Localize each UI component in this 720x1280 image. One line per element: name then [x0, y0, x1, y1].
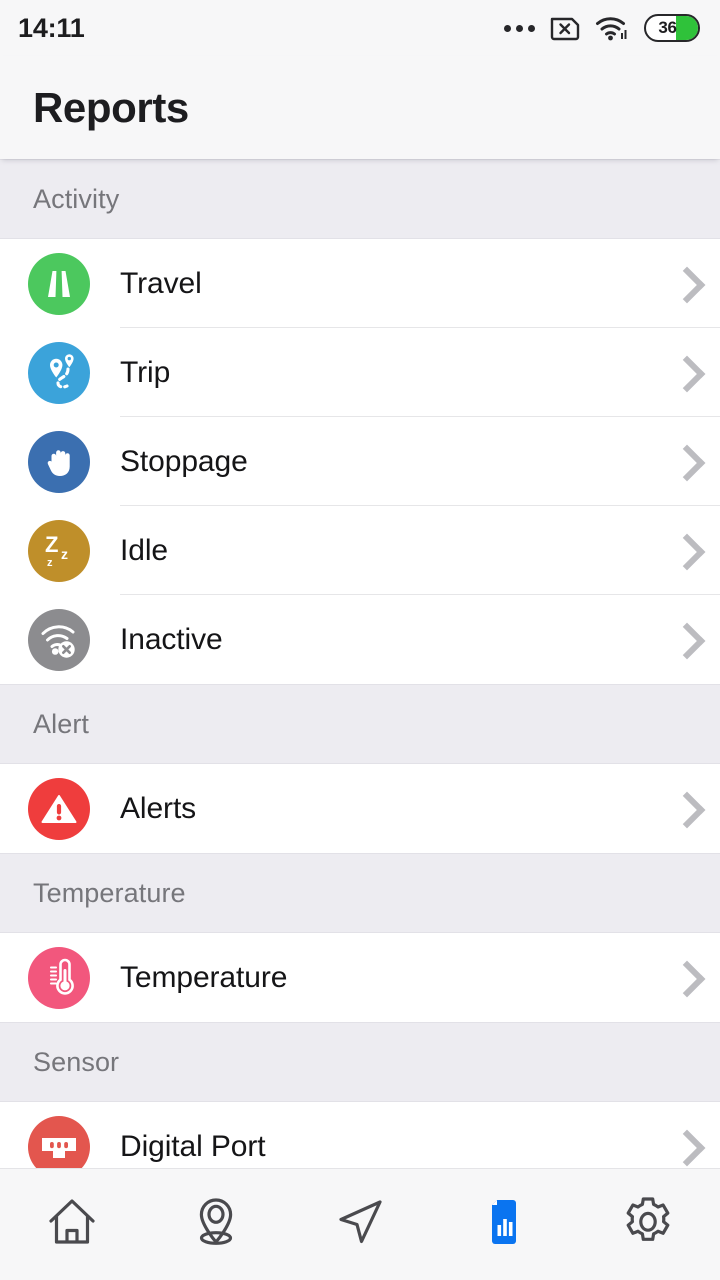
connector-port-icon: [28, 1115, 90, 1168]
list-item-label: Inactive: [120, 622, 223, 656]
section-header-alert: Alert: [0, 684, 720, 764]
list-item-label: Idle: [120, 533, 168, 567]
nav-item-reports[interactable]: [432, 1169, 576, 1280]
warning-triangle-icon: [28, 777, 90, 840]
list-item-temperature[interactable]: Temperature: [0, 933, 720, 1022]
hand-stop-icon: [28, 430, 90, 493]
section-header-activity: Activity: [0, 159, 720, 239]
list-item-label: Travel: [120, 266, 202, 300]
wifi-off-icon: [28, 608, 90, 671]
chevron-right-icon[interactable]: [672, 790, 694, 828]
svg-text:z: z: [47, 557, 53, 569]
chevron-right-icon[interactable]: [672, 959, 694, 997]
list-item-label: Digital Port: [120, 1129, 266, 1163]
more-dots-icon: [504, 24, 535, 32]
wifi-icon: [595, 15, 629, 41]
svg-text:Z: Z: [45, 532, 58, 557]
nav-item-places[interactable]: [144, 1169, 288, 1280]
reports-list[interactable]: Activity Travel Trip Stoppage Z z z Idle: [0, 159, 720, 1168]
nav-item-navigate[interactable]: [288, 1169, 432, 1280]
section-header-temperature: Temperature: [0, 853, 720, 933]
list-item-travel[interactable]: Travel: [0, 239, 720, 328]
list-item-idle[interactable]: Z z z Idle: [0, 506, 720, 595]
svg-text:z: z: [61, 546, 68, 562]
chevron-right-icon[interactable]: [672, 621, 694, 659]
section-title: Alert: [33, 708, 90, 739]
chevron-right-icon[interactable]: [672, 265, 694, 303]
chevron-right-icon[interactable]: [672, 354, 694, 392]
chevron-right-icon[interactable]: [672, 1128, 694, 1166]
list-item-inactive[interactable]: Inactive: [0, 595, 720, 684]
list-item-trip[interactable]: Trip: [0, 328, 720, 417]
road-icon: [28, 252, 90, 315]
section-header-sensor: Sensor: [0, 1022, 720, 1102]
section-title: Temperature: [33, 877, 186, 908]
list-item-digital-port[interactable]: Digital Port: [0, 1102, 720, 1168]
status-icons: 36: [504, 14, 700, 42]
battery-icon: 36: [644, 14, 700, 42]
thermometer-icon: [28, 946, 90, 1009]
home-icon: [43, 1193, 101, 1256]
report-chart-icon: [475, 1193, 533, 1256]
list-item-stoppage[interactable]: Stoppage: [0, 417, 720, 506]
list-item-alerts[interactable]: Alerts: [0, 764, 720, 853]
sim-card-off-icon: [550, 15, 580, 41]
page-title: Reports: [33, 83, 189, 131]
chevron-right-icon[interactable]: [672, 443, 694, 481]
bottom-navigation: [0, 1168, 720, 1280]
nav-item-home[interactable]: [0, 1169, 144, 1280]
list-item-label: Stoppage: [120, 444, 248, 478]
list-item-label: Trip: [120, 355, 171, 389]
gear-icon: [619, 1193, 677, 1256]
section-title: Sensor: [33, 1046, 120, 1077]
nav-item-settings[interactable]: [576, 1169, 720, 1280]
list-item-label: Alerts: [120, 791, 197, 825]
route-pins-icon: [28, 341, 90, 404]
chevron-right-icon[interactable]: [672, 532, 694, 570]
battery-level: 36: [658, 18, 677, 37]
status-bar: 14:11 36: [0, 0, 720, 56]
navigation-icon: [331, 1193, 389, 1256]
sleep-zzz-icon: Z z z: [28, 519, 90, 582]
section-title: Activity: [33, 183, 120, 214]
list-item-label: Temperature: [120, 960, 288, 994]
map-pin-icon: [187, 1193, 245, 1256]
app-bar: Reports: [0, 56, 720, 159]
status-clock: 14:11: [18, 12, 85, 43]
